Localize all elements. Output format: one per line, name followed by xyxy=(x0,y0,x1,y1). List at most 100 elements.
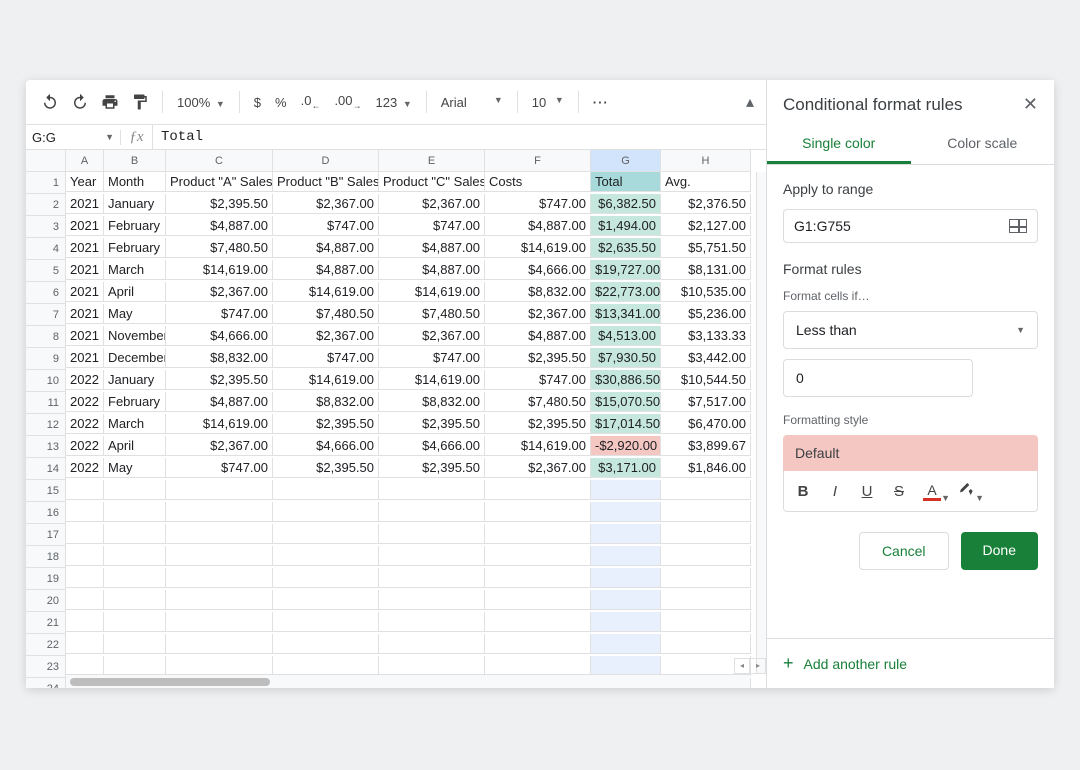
cell[interactable]: May xyxy=(104,304,166,324)
cell[interactable] xyxy=(104,590,166,610)
cell[interactable] xyxy=(661,502,751,522)
cell[interactable]: $7,480.50 xyxy=(273,304,379,324)
cell[interactable]: $2,367.00 xyxy=(166,282,273,302)
more-toolbar-icon[interactable]: ··· xyxy=(589,95,613,110)
cell[interactable]: $7,930.50 xyxy=(591,348,661,368)
cell[interactable]: $3,442.00 xyxy=(661,348,751,368)
cell[interactable]: $14,619.00 xyxy=(273,370,379,390)
cell[interactable] xyxy=(66,524,104,544)
close-icon[interactable]: ✕ xyxy=(1023,94,1038,115)
range-input[interactable]: G1:G755 xyxy=(783,209,1038,243)
cell[interactable]: 2022 xyxy=(66,436,104,456)
bold-button[interactable]: B xyxy=(788,477,818,505)
select-range-icon[interactable] xyxy=(1009,219,1027,233)
cell[interactable] xyxy=(485,546,591,566)
paint-format-icon[interactable] xyxy=(128,90,152,114)
cell[interactable]: $14,619.00 xyxy=(166,260,273,280)
cell[interactable] xyxy=(379,524,485,544)
cell[interactable]: 2021 xyxy=(66,260,104,280)
column-header[interactable]: A xyxy=(66,150,104,172)
cell[interactable]: $3,899.67 xyxy=(661,436,751,456)
cell[interactable] xyxy=(661,524,751,544)
cell[interactable] xyxy=(66,546,104,566)
cell[interactable]: 2022 xyxy=(66,392,104,412)
cell[interactable]: $10,535.00 xyxy=(661,282,751,302)
cell[interactable] xyxy=(661,590,751,610)
cell[interactable]: 2022 xyxy=(66,458,104,478)
cell[interactable]: $7,517.00 xyxy=(661,392,751,412)
cell[interactable]: December xyxy=(104,348,166,368)
cell[interactable] xyxy=(273,546,379,566)
cell[interactable]: Product "C" Sales xyxy=(379,172,485,192)
cell[interactable]: $2,395.50 xyxy=(166,370,273,390)
cell[interactable]: Year xyxy=(66,172,104,192)
cell[interactable]: $4,887.00 xyxy=(273,238,379,258)
cell[interactable] xyxy=(591,546,661,566)
cell[interactable] xyxy=(104,546,166,566)
cell[interactable] xyxy=(379,656,485,676)
cell[interactable] xyxy=(273,656,379,676)
cell[interactable] xyxy=(273,502,379,522)
cell[interactable] xyxy=(273,590,379,610)
cell[interactable] xyxy=(485,524,591,544)
cell[interactable]: $747.00 xyxy=(485,194,591,214)
cell[interactable]: March xyxy=(104,260,166,280)
cell[interactable]: $1,846.00 xyxy=(661,458,751,478)
cell[interactable]: $10,544.50 xyxy=(661,370,751,390)
cell[interactable]: $4,666.00 xyxy=(485,260,591,280)
cell[interactable]: $747.00 xyxy=(485,370,591,390)
italic-button[interactable]: I xyxy=(820,477,850,505)
strikethrough-button[interactable]: S xyxy=(884,477,914,505)
redo-icon[interactable] xyxy=(68,90,92,114)
style-preview[interactable]: Default xyxy=(783,435,1038,471)
cell[interactable]: $5,236.00 xyxy=(661,304,751,324)
cell[interactable]: $14,619.00 xyxy=(485,436,591,456)
font-select[interactable]: Arial ▼ xyxy=(437,95,507,110)
cell[interactable]: $747.00 xyxy=(379,216,485,236)
cell[interactable] xyxy=(379,590,485,610)
cell[interactable] xyxy=(66,502,104,522)
cell[interactable] xyxy=(166,656,273,676)
cell[interactable] xyxy=(166,568,273,588)
cell[interactable]: $2,367.00 xyxy=(485,304,591,324)
cell[interactable] xyxy=(379,612,485,632)
cell[interactable] xyxy=(104,634,166,654)
cell[interactable] xyxy=(485,612,591,632)
cell[interactable] xyxy=(379,546,485,566)
cell[interactable]: $2,127.00 xyxy=(661,216,751,236)
number-format-select[interactable]: 123 ▼ xyxy=(372,95,416,110)
cell[interactable]: $1,494.00 xyxy=(591,216,661,236)
cell[interactable] xyxy=(166,546,273,566)
name-box[interactable]: G:G ▼ xyxy=(26,130,121,145)
cell[interactable]: $2,395.50 xyxy=(485,414,591,434)
grid[interactable]: ABCDEFGH1YearMonthProduct "A" SalesProdu… xyxy=(26,150,766,688)
cell[interactable] xyxy=(166,524,273,544)
cell[interactable]: $2,367.00 xyxy=(166,436,273,456)
cell[interactable] xyxy=(591,568,661,588)
row-number[interactable]: 2 xyxy=(26,194,66,216)
cell[interactable] xyxy=(66,634,104,654)
cell[interactable] xyxy=(273,612,379,632)
cell[interactable]: $15,070.50 xyxy=(591,392,661,412)
cell[interactable]: March xyxy=(104,414,166,434)
cell[interactable]: May xyxy=(104,458,166,478)
cell[interactable]: Avg. xyxy=(661,172,751,192)
cell[interactable]: $2,367.00 xyxy=(273,194,379,214)
done-button[interactable]: Done xyxy=(961,532,1038,570)
cell[interactable]: $17,014.50 xyxy=(591,414,661,434)
column-header[interactable] xyxy=(26,150,66,172)
cell[interactable]: $747.00 xyxy=(273,348,379,368)
zoom-select[interactable]: 100% ▼ xyxy=(173,95,229,110)
cell[interactable]: $747.00 xyxy=(379,348,485,368)
row-number[interactable]: 3 xyxy=(26,216,66,238)
cell[interactable] xyxy=(166,634,273,654)
cell[interactable] xyxy=(104,568,166,588)
row-number[interactable]: 16 xyxy=(26,502,66,524)
cell[interactable]: April xyxy=(104,282,166,302)
cell[interactable] xyxy=(661,634,751,654)
cell[interactable]: $2,376.50 xyxy=(661,194,751,214)
cell[interactable]: 2021 xyxy=(66,238,104,258)
cell[interactable]: $747.00 xyxy=(166,458,273,478)
horizontal-scrollbar[interactable] xyxy=(66,674,750,688)
cell[interactable]: $7,480.50 xyxy=(379,304,485,324)
